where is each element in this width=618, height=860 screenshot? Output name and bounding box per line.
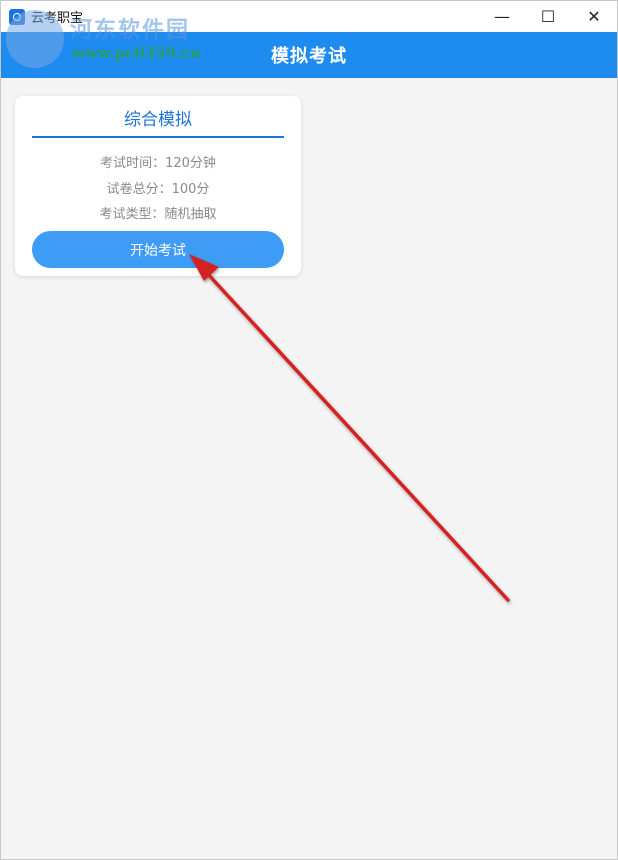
exam-card: 综合模拟 考试时间：120分钟 试卷总分：100分 考试类型：随机抽取 开始考试 — [15, 96, 301, 276]
window-title: 云考职宝 — [31, 11, 84, 26]
close-button[interactable]: ✕ — [571, 1, 617, 32]
page-header: 模拟考试 — [1, 32, 617, 78]
app-window: 云考职宝 — ☐ ✕ 模拟考试 综合模拟 考试时间：120分钟 试卷总分：100… — [0, 0, 618, 860]
exam-type-text: 考试类型：随机抽取 — [99, 207, 217, 222]
page-title: 模拟考试 — [271, 46, 347, 67]
title-bar[interactable]: 云考职宝 — ☐ ✕ — [1, 1, 617, 32]
minimize-button[interactable]: — — [479, 1, 525, 32]
total-score-text: 试卷总分：100分 — [106, 182, 210, 197]
start-exam-button[interactable]: 开始考试 — [32, 231, 284, 268]
maximize-button[interactable]: ☐ — [525, 1, 571, 32]
exam-time-text: 考试时间：120分钟 — [100, 156, 216, 171]
window-controls: — ☐ ✕ — [479, 1, 617, 32]
app-logo-icon — [9, 8, 25, 25]
exam-card-title: 综合模拟 — [32, 108, 284, 138]
